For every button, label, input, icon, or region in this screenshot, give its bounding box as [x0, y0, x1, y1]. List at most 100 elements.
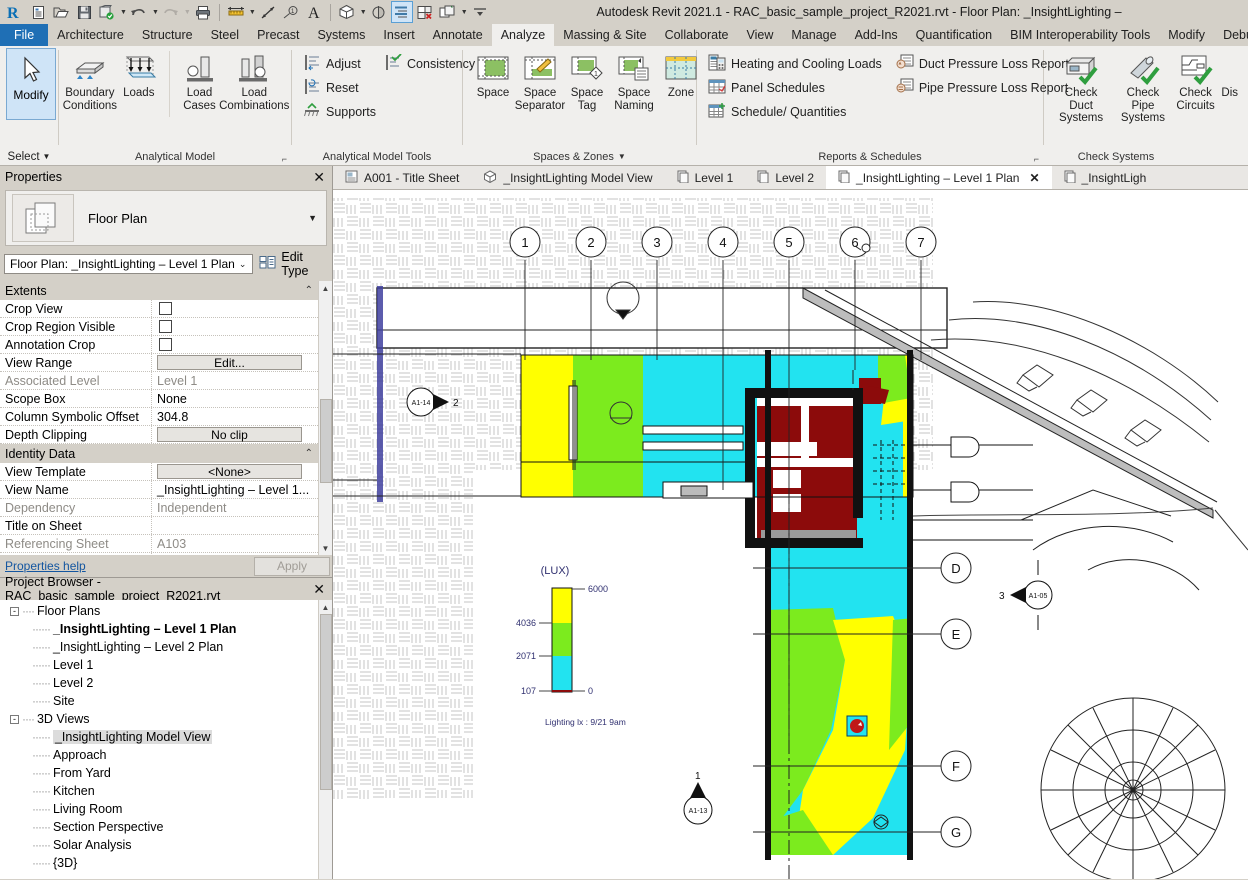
property-row-scope-box[interactable]: Scope Box None: [0, 390, 318, 408]
doc-tab-title-sheet[interactable]: A001 - Title Sheet: [333, 166, 471, 189]
depth-clipping-button[interactable]: No clip: [157, 427, 302, 442]
tab-file[interactable]: File: [0, 24, 49, 46]
tree-expander-icon[interactable]: -: [10, 714, 19, 724]
tree-item-section-perspective[interactable]: ······ Section Perspective: [0, 818, 318, 836]
tree-item-3d-views[interactable]: - ···· 3D Views: [0, 710, 318, 728]
property-row-depth-clipping[interactable]: Depth Clipping No clip: [0, 426, 318, 444]
redo-icon[interactable]: [160, 1, 182, 23]
heating-cooling-loads-button[interactable]: Heating and Cooling Loads: [704, 52, 886, 76]
tree-item-kitchen[interactable]: ······ Kitchen: [0, 782, 318, 800]
property-value[interactable]: None: [152, 390, 318, 407]
doc-tab-level-1[interactable]: Level 1: [665, 166, 746, 189]
print-icon[interactable]: [192, 1, 214, 23]
tree-item-approach[interactable]: ······ Approach: [0, 746, 318, 764]
properties-help-link[interactable]: Properties help: [5, 559, 86, 573]
tree-item-insightlighting-level-1-plan[interactable]: ······ _InsightLighting – Level 1 Plan: [0, 620, 318, 638]
doc-tab-insightlighting-level-1-plan[interactable]: _InsightLighting – Level 1 Plan ✕: [826, 166, 1052, 189]
tab-add-ins[interactable]: Add-Ins: [846, 24, 907, 46]
properties-type-preview[interactable]: Floor Plan ▼: [5, 190, 327, 246]
tree-item-level-2[interactable]: ······ Level 2: [0, 674, 318, 692]
tab-modify[interactable]: Modify: [1159, 24, 1214, 46]
edit-type-button[interactable]: Edit Type: [259, 250, 328, 278]
tree-item-3d[interactable]: ······ {3D}: [0, 854, 318, 872]
close-hidden-windows-icon[interactable]: [414, 1, 436, 23]
ribbon-panel-spaces-zones-title[interactable]: Spaces & Zones ▼: [465, 148, 694, 165]
property-row-crop-region-visible[interactable]: Crop Region Visible: [0, 318, 318, 336]
measure-icon[interactable]: [225, 1, 247, 23]
panel-schedules-button[interactable]: Panel Schedules: [704, 76, 886, 100]
properties-type-caret-icon[interactable]: ▼: [308, 213, 320, 223]
doc-tab-model-view[interactable]: _InsightLighting Model View: [471, 166, 664, 189]
check-duct-systems-button[interactable]: Check Duct Systems: [1051, 49, 1111, 127]
text-icon[interactable]: A: [303, 1, 325, 23]
tag-icon[interactable]: 1: [280, 1, 302, 23]
ribbon-tab-bar[interactable]: File Architecture Structure Steel Precas…: [0, 24, 1248, 46]
chevron-down-icon[interactable]: ⌄: [235, 259, 251, 270]
properties-group-extents[interactable]: Extents ⌃: [0, 281, 318, 300]
view-range-edit-button[interactable]: Edit...: [157, 355, 302, 370]
tab-insert[interactable]: Insert: [374, 24, 423, 46]
view-template-button[interactable]: <None>: [157, 464, 302, 479]
quick-access-toolbar[interactable]: R ▼ ▼ ▼ ▼ 1 A ▼ ▼: [4, 1, 491, 23]
tab-steel[interactable]: Steel: [202, 24, 249, 46]
thin-lines-icon[interactable]: [390, 1, 413, 23]
scroll-down-icon[interactable]: ▼: [318, 541, 332, 555]
modify-button[interactable]: Modify: [6, 48, 56, 120]
tree-item-level-1[interactable]: ······ Level 1: [0, 656, 318, 674]
tree-item-insightlighting-model-view[interactable]: ······ _InsightLighting Model View: [0, 728, 318, 746]
tab-annotate[interactable]: Annotate: [424, 24, 492, 46]
properties-vertical-scrollbar[interactable]: ▲ ▼: [318, 281, 332, 555]
tab-systems[interactable]: Systems: [308, 24, 374, 46]
save-as-caret-icon[interactable]: ▼: [120, 9, 127, 16]
property-value[interactable]: [152, 318, 318, 335]
tab-quantification[interactable]: Quantification: [907, 24, 1001, 46]
space-separator-button[interactable]: Space Separator: [515, 49, 565, 114]
switch-windows-icon[interactable]: [437, 1, 459, 23]
scroll-up-icon[interactable]: ▲: [318, 281, 332, 295]
tree-item-floor-plans[interactable]: - ···· Floor Plans: [0, 602, 318, 620]
default-3d-view-icon[interactable]: [336, 1, 358, 23]
scrollbar-thumb[interactable]: [319, 399, 332, 483]
property-row-column-symbolic-offset[interactable]: Column Symbolic Offset 304.8: [0, 408, 318, 426]
ribbon-panel-select-title[interactable]: Select ▼: [2, 148, 56, 165]
property-value[interactable]: [152, 300, 318, 317]
tree-expander-icon[interactable]: -: [10, 606, 19, 616]
load-cases-button[interactable]: Load Cases: [177, 49, 223, 114]
property-value[interactable]: 304.8: [152, 408, 318, 425]
crop-region-visible-checkbox[interactable]: [159, 320, 172, 333]
space-tag-button[interactable]: 1 Space Tag: [564, 49, 610, 114]
property-value[interactable]: _InsightLighting – Level 1...: [152, 481, 318, 498]
doc-tab-level-2[interactable]: Level 2: [745, 166, 826, 189]
tab-architecture[interactable]: Architecture: [48, 24, 133, 46]
check-pipe-systems-button[interactable]: Check Pipe Systems: [1113, 49, 1173, 127]
tree-item-from-yard[interactable]: ······ From Yard: [0, 764, 318, 782]
property-value[interactable]: [152, 336, 318, 353]
tab-bim-interoperability-tools[interactable]: BIM Interoperability Tools: [1001, 24, 1159, 46]
chevron-down-icon[interactable]: ▼: [618, 152, 626, 161]
project-browser-close-icon[interactable]: ✕: [313, 582, 325, 596]
property-row-view-template[interactable]: View Template <None>: [0, 463, 318, 481]
property-row-annotation-crop[interactable]: Annotation Crop: [0, 336, 318, 354]
reports-schedules-dialog-launcher-icon[interactable]: ⌐: [1034, 154, 1039, 164]
tree-item-site[interactable]: ······ Site: [0, 692, 318, 710]
project-browser-vertical-scrollbar[interactable]: ▲: [318, 600, 332, 879]
show-disconnects-button[interactable]: Dis: [1218, 49, 1241, 102]
property-value[interactable]: <None>: [152, 463, 318, 480]
measure-caret-icon[interactable]: ▼: [249, 9, 256, 16]
property-value[interactable]: Edit...: [152, 354, 318, 371]
property-row-view-name[interactable]: View Name _InsightLighting – Level 1...: [0, 481, 318, 499]
property-value[interactable]: [152, 517, 318, 534]
schedule-quantities-button[interactable]: Schedule/ Quantities: [704, 100, 886, 124]
property-row-title-on-sheet[interactable]: Title on Sheet: [0, 517, 318, 535]
collapse-icon[interactable]: ⌃: [305, 285, 313, 296]
tab-view[interactable]: View: [738, 24, 783, 46]
section-icon[interactable]: [368, 1, 390, 23]
undo-caret-icon[interactable]: ▼: [152, 9, 159, 16]
switch-windows-caret-icon[interactable]: ▼: [461, 9, 468, 16]
analytical-model-dialog-launcher-icon[interactable]: ⌐: [282, 154, 287, 164]
document-tab-bar[interactable]: A001 - Title Sheet _InsightLighting Mode…: [333, 166, 1248, 190]
scrollbar-thumb[interactable]: [319, 614, 332, 790]
reset-button[interactable]: Reset: [299, 76, 380, 100]
apply-button[interactable]: Apply: [254, 556, 330, 576]
aligned-dimension-icon[interactable]: [257, 1, 279, 23]
